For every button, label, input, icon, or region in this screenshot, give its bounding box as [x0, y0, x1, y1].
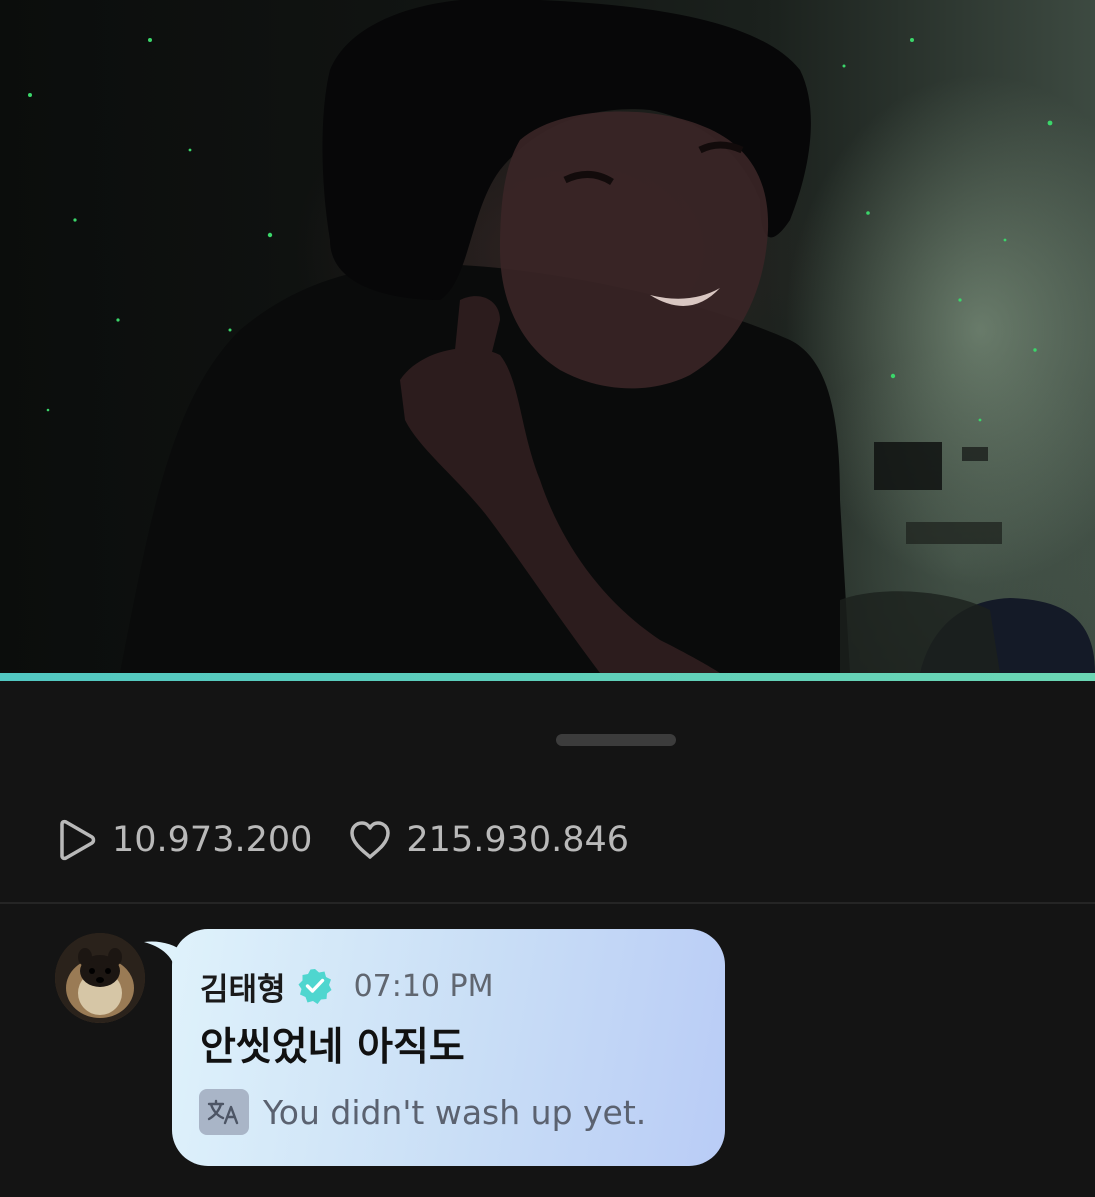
comment-time: 07:10 PM	[353, 968, 494, 1004]
like-count: 215.930.846	[406, 820, 630, 860]
avatar[interactable]	[55, 933, 145, 1023]
translate-icon	[199, 1089, 249, 1135]
comment-message: 안씻었네 아직도	[200, 1025, 465, 1070]
video-progress-bar[interactable]	[0, 673, 1095, 681]
dog-avatar-image	[55, 933, 145, 1023]
translation-text: You didn't wash up yet.	[263, 1092, 647, 1132]
verified-badge-icon	[296, 967, 334, 1005]
section-divider	[0, 902, 1095, 904]
video-player[interactable]	[0, 0, 1095, 673]
play-count: 10.973.200	[112, 820, 313, 860]
comment-author[interactable]: 김태형	[200, 964, 286, 1009]
comment-translation[interactable]: You didn't wash up yet.	[199, 1088, 646, 1136]
like-count-stat: 215.930.846	[348, 818, 629, 862]
video-stats: 10.973.200 215.930.846	[54, 812, 629, 868]
video-frame	[28, 0, 1095, 673]
sheet-drag-handle[interactable]	[556, 734, 676, 746]
heart-outline-icon	[348, 818, 392, 862]
play-outline-icon	[54, 818, 98, 862]
comment-header: 김태형 07:10 PM	[200, 962, 494, 1010]
play-count-stat: 10.973.200	[54, 818, 312, 862]
video-progress-fill	[0, 673, 1095, 681]
live-replay-screen: 10.973.200 215.930.846 김태형 07:10 PM 안씻었네…	[0, 0, 1095, 1197]
